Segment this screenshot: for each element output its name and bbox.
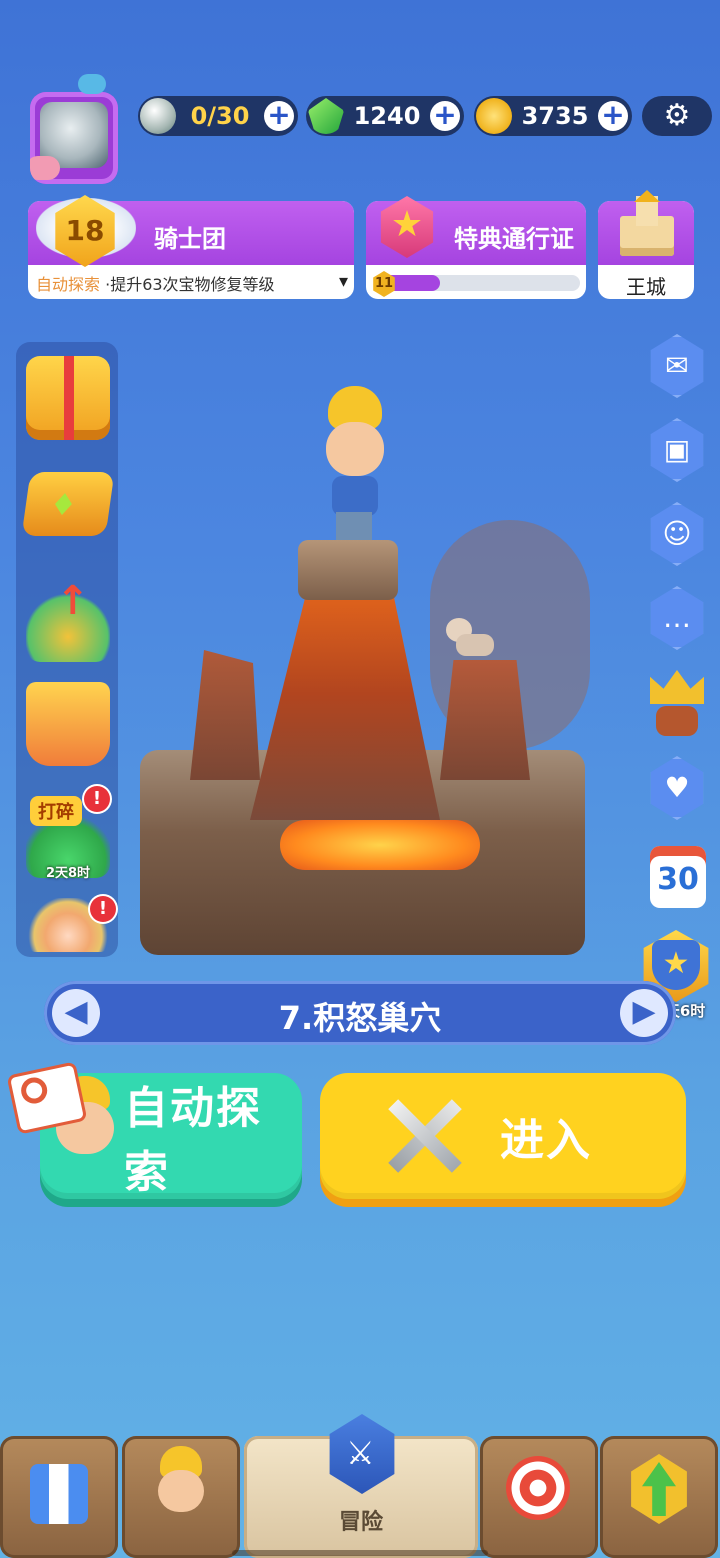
shatter-alert-badge: ! [84,786,110,812]
volcano-peak [250,590,440,820]
level-selector-bar: ◀ 7.积怒巢穴 ▶ [44,981,676,1045]
stones-counter: 0/30 + [138,96,298,136]
nav-tab-challenge[interactable] [480,1436,598,1558]
pet-icon [30,156,60,180]
auto-explore-tag: 自动探索 [36,275,101,294]
auto-explore-label: 自动探索 [124,1083,262,1198]
knight-order-title: 骑士团 [154,225,226,253]
volcano-island-scene[interactable] [140,520,590,960]
white-gem-icon [140,98,176,134]
shatter-label: 打碎 [30,796,82,826]
heart-chat-icon[interactable]: ♥ [650,756,704,820]
knight-banner-subtext: 自动探索 ·提升63次宝物修复等级 [36,271,275,295]
nav-tab-upgrade[interactable] [600,1436,718,1558]
crossed-swords-icon [378,1091,468,1181]
add-stones-button[interactable]: + [264,101,294,131]
next-level-arrow-icon[interactable]: ▶ [620,989,668,1037]
stones-value: 0/30 [190,102,250,130]
royal-city-label: 王城 [626,275,666,299]
gold-coin-icon [476,98,512,134]
shatter-timer: 2天8时 [45,866,91,881]
special-pass-title: 特典通行证 [454,225,574,253]
calendar-day: 30 [657,862,699,897]
level-name: 7.积怒巢穴 [278,999,442,1037]
dropdown-chevron-icon[interactable]: ▾ [339,271,348,292]
green-gem-icon [308,98,344,134]
heroine-alert-badge: ! [90,896,116,922]
lava-pool [280,820,480,870]
add-coins-button[interactable]: + [598,101,628,131]
trophy-crown-icon[interactable] [646,670,708,740]
upgrade-hint: ·提升63次宝物修复等级 [105,275,275,294]
shop-stall-icon [30,1464,88,1524]
knight-level-number: 18 [65,214,105,247]
chat-bubble-icon[interactable]: … [650,586,704,650]
calendar-icon[interactable]: 30 [650,846,706,908]
avatar-antenna-icon [78,74,106,94]
growth-coins-icon[interactable]: ↑ [26,578,110,662]
gift-box-icon[interactable] [26,356,110,440]
adventure-label: 冒险 [338,1510,383,1535]
enter-label: 进入 [500,1115,592,1166]
upgrade-arrow-icon [631,1454,687,1524]
coins-value: 3735 [521,102,589,130]
summit-rock [298,540,398,600]
target-dart-icon [506,1456,570,1520]
add-gems-button[interactable]: + [430,101,460,131]
crown-card-icon[interactable]: ♦ [21,472,115,536]
shopping-cart-icon[interactable] [26,682,110,766]
right-rock-pillar [440,660,530,780]
nav-tab-heroes[interactable] [122,1436,240,1558]
enter-button[interactable]: 进入 [320,1073,686,1199]
pet-dog[interactable] [446,618,496,664]
left-rock-pillar [190,650,260,780]
left-shortcut-panel: ♦ ↑ 打碎 2天8时 ! ! [16,342,118,957]
friends-icon[interactable]: ☺ [650,502,704,566]
hero-character[interactable] [318,386,390,542]
nav-tab-shop[interactable] [0,1436,118,1558]
bottom-nav: ⚔ 冒险 [0,1414,720,1558]
coins-counter: 3735 + [474,96,632,136]
backpack-icon[interactable]: ▣ [650,418,704,482]
home-indicator [232,1550,488,1556]
nav-tab-adventure[interactable]: ⚔ 冒险 [244,1414,478,1558]
castle-icon [612,190,682,262]
mail-envelope-icon[interactable]: ✉ [650,334,704,398]
adventure-shield-icon: ⚔ [329,1414,395,1494]
player-avatar[interactable] [30,92,118,184]
pass-progress-bar [380,275,580,291]
gems-value: 1240 [353,102,421,130]
settings-gear-icon[interactable]: ⚙ [642,96,712,136]
gems-counter: 1240 + [306,96,464,136]
pass-star-medal-icon: ★ [372,190,442,262]
hero-portrait-icon [156,1446,206,1524]
